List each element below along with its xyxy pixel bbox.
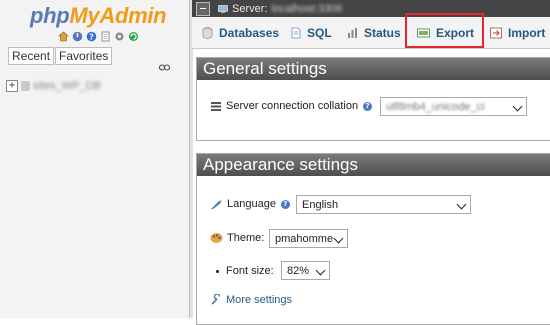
wrench-icon bbox=[211, 294, 221, 305]
breadcrumb: Server: localhost:3306 bbox=[192, 0, 550, 17]
fontsize-row: Font size: bbox=[216, 265, 274, 277]
reload-icon[interactable] bbox=[128, 31, 139, 42]
theme-palette-icon bbox=[210, 233, 223, 243]
chevron-down-icon bbox=[456, 199, 467, 210]
bullet-icon bbox=[216, 269, 219, 273]
language-help-icon[interactable]: ? bbox=[280, 199, 290, 209]
database-icon bbox=[21, 81, 30, 91]
settings-gear-icon[interactable] bbox=[114, 31, 125, 42]
help-icon[interactable]: ? bbox=[86, 31, 97, 42]
database-tree-item[interactable]: + sites_WP_DB bbox=[6, 80, 101, 92]
tab-label: Import bbox=[508, 25, 546, 40]
theme-value: pmahomme bbox=[275, 232, 334, 245]
fontsize-label: Font size: bbox=[226, 265, 274, 277]
home-icon[interactable] bbox=[58, 31, 69, 42]
navigation-panel: phpMyAdmin ? Recent Favorites + sites_WP… bbox=[0, 0, 191, 318]
tab-label: SQL bbox=[307, 25, 332, 40]
collation-row: Server connection collation ? bbox=[211, 100, 373, 112]
tab-label: Databases bbox=[219, 25, 280, 40]
recent-tab[interactable]: Recent bbox=[8, 47, 55, 65]
import-icon bbox=[490, 27, 502, 38]
tab-sql[interactable]: SQL bbox=[290, 17, 332, 48]
theme-select[interactable]: pmahomme bbox=[269, 229, 348, 248]
appearance-settings-title: Appearance settings bbox=[197, 154, 550, 176]
general-settings-panel: General settings Server connection colla… bbox=[196, 57, 550, 141]
theme-label: Theme: bbox=[227, 232, 265, 244]
server-icon bbox=[218, 4, 228, 13]
logo-php: php bbox=[30, 3, 70, 28]
language-value: English bbox=[302, 198, 339, 211]
phpmyadmin-logo[interactable]: phpMyAdmin bbox=[30, 3, 167, 29]
collation-icon bbox=[211, 101, 221, 111]
chevron-down-icon bbox=[512, 101, 523, 112]
sql-icon bbox=[291, 27, 301, 38]
database-icon bbox=[202, 26, 213, 39]
logo-myadmin: MyAdmin bbox=[69, 3, 167, 28]
link-with-main-panel-icon[interactable] bbox=[159, 64, 170, 71]
collapse-nav-icon[interactable] bbox=[196, 1, 210, 16]
nav-tabs: Recent Favorites bbox=[8, 47, 113, 65]
favorites-tab[interactable]: Favorites bbox=[55, 47, 113, 65]
breadcrumb-label: Server: bbox=[232, 2, 268, 15]
theme-row: Theme: bbox=[210, 232, 264, 244]
collation-select[interactable]: utf8mb4_unicode_ci bbox=[380, 97, 527, 116]
documentation-icon[interactable] bbox=[100, 31, 111, 42]
tab-label: Status bbox=[364, 25, 401, 40]
fontsize-value: 82% bbox=[287, 264, 310, 277]
more-settings-link[interactable]: More settings bbox=[210, 294, 292, 306]
top-tab-bar: Databases SQL Status Export Import bbox=[192, 17, 550, 49]
svg-text:?: ? bbox=[89, 32, 93, 41]
tab-import[interactable]: Import bbox=[490, 17, 545, 48]
database-name[interactable]: sites_WP_DB bbox=[33, 80, 101, 92]
more-settings-label: More settings bbox=[226, 294, 293, 306]
collation-help-icon[interactable]: ? bbox=[363, 101, 373, 111]
collation-value: utf8mb4_unicode_ci bbox=[386, 100, 485, 113]
language-row: Language ? bbox=[210, 198, 290, 210]
appearance-settings-panel: Appearance settings Language ? English T… bbox=[196, 153, 550, 325]
chevron-down-icon bbox=[333, 233, 344, 244]
tab-databases[interactable]: Databases bbox=[202, 17, 279, 48]
chevron-down-icon bbox=[315, 265, 326, 276]
language-label: Language bbox=[227, 198, 276, 210]
collation-label: Server connection collation bbox=[226, 100, 359, 112]
breadcrumb-server-link[interactable]: localhost:3306 bbox=[271, 3, 342, 15]
tab-status[interactable]: Status bbox=[347, 17, 401, 48]
nav-icon-bar: ? bbox=[58, 31, 139, 42]
status-icon bbox=[348, 27, 357, 38]
export-tab-highlight bbox=[405, 13, 484, 48]
language-icon bbox=[211, 199, 222, 209]
expand-icon[interactable]: + bbox=[6, 80, 18, 92]
language-select[interactable]: English bbox=[296, 195, 471, 214]
general-settings-title: General settings bbox=[197, 58, 550, 80]
fontsize-select[interactable]: 82% bbox=[281, 261, 330, 280]
logout-icon[interactable] bbox=[72, 31, 83, 42]
